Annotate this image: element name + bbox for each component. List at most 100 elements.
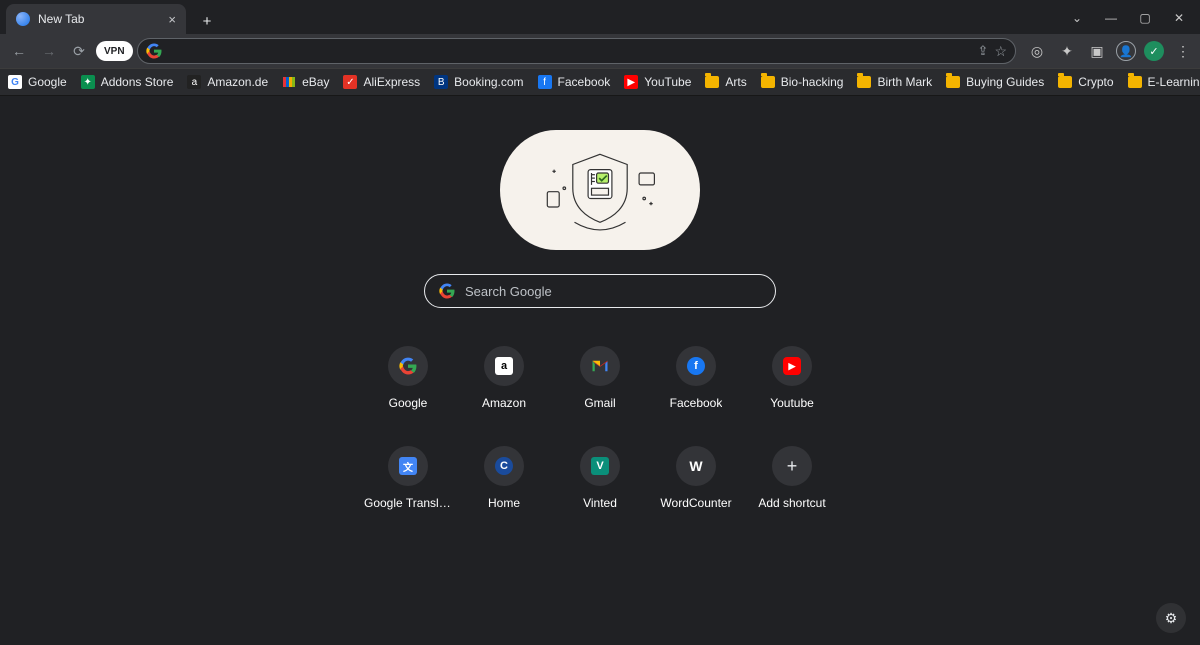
bookmark-label: Google bbox=[28, 75, 67, 89]
bookmark-label: Bio-hacking bbox=[781, 75, 844, 89]
folder-icon bbox=[705, 76, 719, 88]
shortcut-wordcounter[interactable]: WWordCounter bbox=[648, 446, 744, 510]
toolbar: ← → ⟳ VPN ⇪ ☆ ◎ ✦ ▣ 👤 ✓ ⋮ bbox=[0, 34, 1200, 68]
bookmark-label: Facebook bbox=[558, 75, 611, 89]
amazon-icon: a bbox=[187, 75, 201, 89]
forward-button[interactable]: → bbox=[36, 38, 62, 64]
new-tab-content: Search Google Google a Amazon Gmail f Faceboo… bbox=[0, 96, 1200, 645]
gmail-icon bbox=[580, 346, 620, 386]
amazon-icon: a bbox=[484, 346, 524, 386]
wordcounter-icon: W bbox=[676, 446, 716, 486]
shortcut-label: Vinted bbox=[583, 496, 617, 510]
shortcut-amazon[interactable]: a Amazon bbox=[456, 346, 552, 410]
bookmark-label: Buying Guides bbox=[966, 75, 1044, 89]
sidepanel-icon[interactable]: ▣ bbox=[1086, 40, 1108, 62]
gear-icon: ⚙ bbox=[1165, 610, 1178, 627]
bookmark-star-icon[interactable]: ☆ bbox=[994, 43, 1007, 60]
bookmark-label: Birth Mark bbox=[877, 75, 932, 89]
youtube-icon: ▶ bbox=[624, 75, 638, 89]
shortcut-label: Gmail bbox=[584, 396, 615, 410]
google-icon bbox=[146, 43, 162, 59]
youtube-icon: ▶ bbox=[772, 346, 812, 386]
shortcut-gmail[interactable]: Gmail bbox=[552, 346, 648, 410]
bookmark-e-learning[interactable]: E-Learning bbox=[1128, 75, 1200, 89]
shortcut-vinted[interactable]: V Vinted bbox=[552, 446, 648, 510]
search-placeholder: Search Google bbox=[465, 284, 552, 299]
bookmark-crypto[interactable]: Crypto bbox=[1058, 75, 1113, 89]
share-icon[interactable]: ⇪ bbox=[978, 43, 989, 59]
bookmark-buying-guides[interactable]: Buying Guides bbox=[946, 75, 1044, 89]
address-input[interactable] bbox=[168, 44, 972, 59]
add-icon: + bbox=[772, 446, 812, 486]
shortcut-label: Google bbox=[389, 396, 428, 410]
bookmark-birth-mark[interactable]: Birth Mark bbox=[857, 75, 932, 89]
search-google-bar[interactable]: Search Google bbox=[424, 274, 776, 308]
update-badge-icon[interactable]: ✓ bbox=[1144, 41, 1164, 61]
address-bar[interactable]: ⇪ ☆ bbox=[137, 38, 1016, 64]
folder-icon bbox=[1128, 76, 1142, 88]
bookmark-amazon-de[interactable]: a Amazon.de bbox=[187, 75, 268, 89]
folder-icon bbox=[1058, 76, 1072, 88]
bookmark-google[interactable]: G Google bbox=[8, 75, 67, 89]
shortcut-label: Facebook bbox=[670, 396, 723, 410]
bookmark-bio-hacking[interactable]: Bio-hacking bbox=[761, 75, 844, 89]
back-button[interactable]: ← bbox=[6, 38, 32, 64]
chevron-down-icon[interactable]: ⌄ bbox=[1062, 6, 1092, 30]
google-icon bbox=[439, 283, 455, 299]
bookmark-booking-com[interactable]: B Booking.com bbox=[434, 75, 523, 89]
bookmark-label: YouTube bbox=[644, 75, 691, 89]
bookmark-label: Addons Store bbox=[101, 75, 174, 89]
translate-icon: 文 bbox=[388, 446, 428, 486]
customize-button[interactable]: ⚙ bbox=[1156, 603, 1186, 633]
google-icon bbox=[388, 346, 428, 386]
shortcut-facebook[interactable]: f Facebook bbox=[648, 346, 744, 410]
hero-illustration bbox=[500, 130, 700, 250]
bookmark-ebay[interactable]: eBay bbox=[282, 75, 329, 89]
bookmark-facebook[interactable]: f Facebook bbox=[538, 75, 611, 89]
folder-icon bbox=[857, 76, 871, 88]
shortcut-youtube[interactable]: ▶ Youtube bbox=[744, 346, 840, 410]
tab-close-icon[interactable]: × bbox=[168, 12, 176, 27]
bookmark-addons-store[interactable]: ✦ Addons Store bbox=[81, 75, 174, 89]
tab-favicon bbox=[16, 12, 30, 26]
shortcut-add[interactable]: +Add shortcut bbox=[744, 446, 840, 510]
minimize-button[interactable]: ― bbox=[1096, 6, 1126, 30]
green-icon: ✦ bbox=[81, 75, 95, 89]
shortcuts-grid: Google a Amazon Gmail f Facebook ▶ Youtube 文 Goog… bbox=[360, 346, 840, 510]
facebook-icon: f bbox=[676, 346, 716, 386]
booking-icon: B bbox=[434, 75, 448, 89]
shortcut-home[interactable]: CHome bbox=[456, 446, 552, 510]
bookmark-aliexpress[interactable]: ✓ AliExpress bbox=[343, 75, 420, 89]
folder-icon bbox=[946, 76, 960, 88]
google-icon: G bbox=[8, 75, 22, 89]
bookmark-label: eBay bbox=[302, 75, 329, 89]
shortcut-label: Google Translate bbox=[364, 496, 452, 510]
bookmark-label: AliExpress bbox=[363, 75, 420, 89]
vpn-chip[interactable]: VPN bbox=[96, 41, 133, 61]
shortcut-label: Amazon bbox=[482, 396, 526, 410]
shortcut-google[interactable]: Google bbox=[360, 346, 456, 410]
reload-button[interactable]: ⟳ bbox=[66, 38, 92, 64]
vinted-icon: V bbox=[580, 446, 620, 486]
bookmark-arts[interactable]: Arts bbox=[705, 75, 746, 89]
window-controls: ⌄ ― ▢ ✕ bbox=[1062, 6, 1194, 30]
menu-icon[interactable]: ⋮ bbox=[1172, 40, 1194, 62]
shortcut-translate[interactable]: 文 Google Translate bbox=[360, 446, 456, 510]
bookmark-youtube[interactable]: ▶ YouTube bbox=[624, 75, 691, 89]
profile-avatar[interactable]: 👤 bbox=[1116, 41, 1136, 61]
maximize-button[interactable]: ▢ bbox=[1130, 6, 1160, 30]
browser-tab[interactable]: New Tab × bbox=[6, 4, 186, 34]
shortcut-label: Home bbox=[488, 496, 520, 510]
bookmark-label: Arts bbox=[725, 75, 746, 89]
bookmark-label: Crypto bbox=[1078, 75, 1113, 89]
bookmark-label: Booking.com bbox=[454, 75, 523, 89]
extensions-icon[interactable]: ✦ bbox=[1056, 40, 1078, 62]
cast-icon[interactable]: ◎ bbox=[1026, 40, 1048, 62]
ali-icon: ✓ bbox=[343, 75, 357, 89]
ebay-icon bbox=[282, 75, 296, 89]
new-tab-button[interactable]: + bbox=[194, 8, 220, 34]
close-window-button[interactable]: ✕ bbox=[1164, 6, 1194, 30]
facebook-icon: f bbox=[538, 75, 552, 89]
bookmark-label: Amazon.de bbox=[207, 75, 268, 89]
shortcut-label: Youtube bbox=[770, 396, 814, 410]
